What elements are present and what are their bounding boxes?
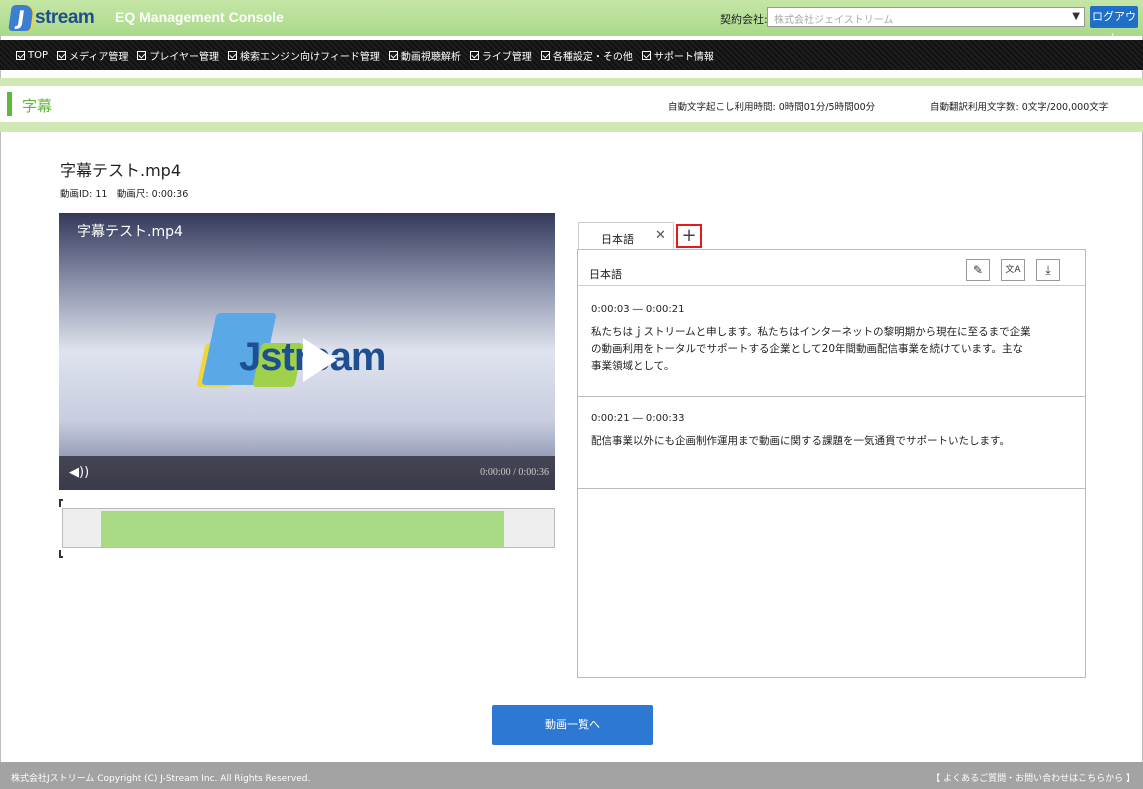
footer: 株式会社Jストリーム Copyright (C) J-Stream Inc. A… (0, 762, 1143, 789)
nav-item-analytics[interactable]: 動画視聴解析 (388, 48, 461, 63)
timeline-start-marker (59, 499, 63, 507)
video-time: 0:00:00 / 0:00:36 (480, 467, 549, 478)
nav-item-feed[interactable]: 検索エンジン向けフィード管理 (228, 48, 380, 63)
video-overlay-title: 字幕テスト.mp4 (77, 224, 183, 240)
checkbox-icon (388, 51, 398, 60)
tab-label: 日本語 (601, 233, 634, 246)
close-icon[interactable]: ✕ (655, 228, 666, 243)
translate-icon[interactable]: 文A (1001, 259, 1025, 281)
title-accent-bar (7, 92, 12, 116)
cue-text: 私たちはｊストリームと申します。私たちはインターネットの黎明期から現在に至るまで… (591, 326, 1031, 372)
company-select[interactable]: 株式会社ジェイストリーム ▼ (767, 7, 1085, 27)
subtitle-cue[interactable]: 0:00:03 ― 0:00:21 私たちはｊストリームと申します。私たちはイン… (578, 286, 1085, 397)
main-nav: TOP メディア管理 プレイヤー管理 検索エンジン向けフィード管理 動画視聴解析… (0, 40, 1143, 70)
checkbox-icon (57, 51, 67, 60)
checkbox-icon (469, 51, 479, 60)
title-band-top (0, 78, 1143, 86)
jstream-logo[interactable]: J stream (8, 4, 95, 32)
nav-item-media[interactable]: メディア管理 (57, 48, 128, 63)
nav-item-player[interactable]: プレイヤー管理 (137, 48, 219, 63)
footer-copyright: 株式会社Jストリーム Copyright (C) J-Stream Inc. A… (11, 774, 311, 784)
file-title: 字幕テスト.mp4 (60, 161, 182, 180)
subtitle-cue[interactable]: 0:00:21 ― 0:00:33 配信事業以外にも企画制作運用まで動画に関する… (578, 397, 1085, 489)
panel-language: 日本語 (589, 268, 622, 281)
subtitle-panel: 日本語 ✎ 文A ⤓ 0:00:03 ― 0:00:21 私たちはｊストリームと… (577, 249, 1086, 678)
chevron-down-icon: ▼ (1072, 11, 1080, 22)
logo-mark: J (8, 5, 34, 31)
footer-help-link[interactable]: 【 よくあるご質問・お問い合わせはこちらから 】 (931, 771, 1135, 784)
add-language-button[interactable]: + (676, 224, 702, 248)
checkbox-icon (228, 51, 238, 60)
transcription-usage: 自動文字起こし利用時間: 0時間01分/5時間00分 (668, 102, 876, 113)
nav-item-live[interactable]: ライブ管理 (469, 48, 532, 63)
checkbox-icon (540, 51, 550, 60)
company-select-value: 株式会社ジェイストリーム (774, 15, 894, 26)
nav-item-top[interactable]: TOP (16, 48, 48, 63)
title-band-bottom (0, 122, 1143, 132)
timeline-end-marker (59, 550, 63, 558)
download-icon[interactable]: ⤓ (1036, 259, 1060, 281)
edit-icon[interactable]: ✎ (966, 259, 990, 281)
play-icon[interactable] (303, 338, 337, 382)
translation-usage: 自動翻訳利用文字数: 0文字/200,000文字 (930, 102, 1109, 113)
file-meta: 動画ID: 11 動画尺: 0:00:36 (60, 189, 189, 200)
back-to-list-button[interactable]: 動画一覧へ (492, 705, 653, 745)
logout-button[interactable]: ログアウト (1090, 6, 1138, 45)
video-controls: ◀)) 0:00:00 / 0:00:36 (59, 456, 555, 490)
subtitle-panel-header: 日本語 ✎ 文A ⤓ (578, 250, 1085, 286)
app-header: J stream EQ Management Console 契約会社: 株式会… (0, 0, 1143, 45)
volume-icon[interactable]: ◀)) (69, 465, 89, 480)
cue-time: 0:00:03 ― 0:00:21 (591, 304, 685, 315)
company-label: 契約会社: (720, 13, 768, 26)
cue-time: 0:00:21 ― 0:00:33 (591, 413, 685, 424)
logo-text: stream (35, 7, 95, 28)
checkbox-icon (16, 51, 25, 60)
console-title: EQ Management Console (115, 9, 284, 25)
checkbox-icon (137, 51, 147, 60)
nav-item-support[interactable]: サポート情報 (641, 48, 714, 63)
video-player[interactable]: 字幕テスト.mp4 Jstream ◀)) 0:00:00 / 0:00:36 (59, 213, 555, 490)
subtitle-timeline[interactable] (62, 508, 555, 548)
page-title: 字幕 (22, 97, 53, 115)
checkbox-icon (641, 51, 651, 60)
cue-text: 配信事業以外にも企画制作運用まで動画に関する課題を一気通貫でサポートいたします。 (591, 435, 1010, 447)
nav-item-settings[interactable]: 各種設定・その他 (540, 48, 633, 63)
timeline-range[interactable] (101, 511, 504, 547)
